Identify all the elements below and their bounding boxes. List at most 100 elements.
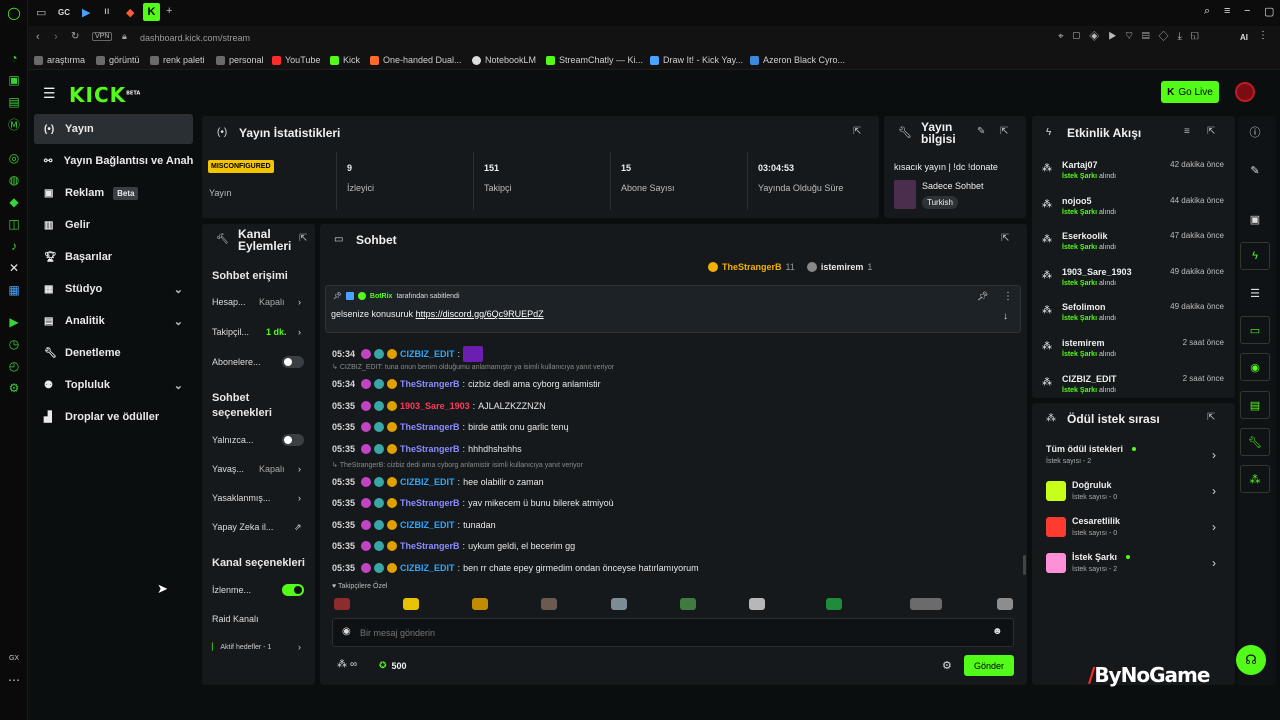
filter-icon[interactable]: ≡ [1184,126,1190,137]
emote-icon[interactable] [403,598,419,610]
url-text[interactable]: dashboard.kick.com/stream [140,33,250,43]
stats-icon[interactable]: ▤ [1240,391,1270,419]
sidebar-item-4[interactable]: ▥ Gelir [34,210,193,240]
watch-toggle[interactable] [282,584,304,596]
ai-button[interactable]: AI [1240,33,1248,42]
sidebar-item-10[interactable]: ▟ Droplar ve ödüller [34,402,193,432]
menu-icon[interactable]: ≡ [1224,5,1230,17]
speed-icon[interactable]: ◔ [6,50,22,66]
pencil-icon[interactable]: ✎ [1240,156,1270,184]
whatsapp-icon[interactable]: ◍ [6,172,22,188]
popout-icon[interactable]: ⇱ [299,233,307,244]
message-username[interactable]: TheStrangerB [400,444,460,454]
tab-gc[interactable]: GC [58,8,70,17]
account-age-row[interactable]: Hesap... Kapalı › [212,297,308,307]
twitch-icon[interactable]: ▤ [6,94,22,110]
go-live-button[interactable]: K Go Live [1161,81,1219,103]
tab-icon-1[interactable]: ▭ [36,6,46,19]
tab-icon-3[interactable]: ▶ [82,6,90,19]
tab-icon-5[interactable]: ◆ [126,6,134,19]
edit-icon[interactable]: ✎ [977,126,985,137]
sidebar-item-5[interactable]: 🏆︎ Başarılar [34,242,193,272]
emote-icon[interactable] [472,598,488,610]
reward-queue-item[interactable]: Doğruluk İstek sayısı - 0 › [1044,478,1224,510]
message-username[interactable]: TheStrangerB [400,379,460,389]
event-user[interactable]: CIZBIZ_EDIT [1062,374,1117,384]
chat-message[interactable]: 05:35 CIZBIZ_EDIT: ben rr chate epey girme… [332,562,699,573]
send-button[interactable]: Gönder [964,655,1014,676]
kick-logo[interactable]: KICKBETA [69,83,140,107]
chat-message[interactable]: 05:34 CIZBIZ_EDIT: [332,346,484,362]
message-username[interactable]: TheStrangerB [400,498,460,508]
message-username[interactable]: CIZBIZ_EDIT [400,520,455,530]
sidebar-item-6[interactable]: ▦ Stüdyo ⌄ [34,274,193,304]
instagram-icon[interactable]: ◫ [6,216,22,232]
channel-points[interactable]: ⁂ ∞ [337,659,357,670]
message-username[interactable]: CIZBIZ_EDIT [400,349,455,359]
reward-queue-item[interactable]: İstek Şarkı İstek sayısı - 2 › [1044,550,1224,582]
chat-message[interactable]: 05:35 TheStrangerB: uykum geldi, el beceri… [332,541,575,552]
bookmark-1[interactable]: araştırma [34,55,85,65]
minimize-icon[interactable]: − [1244,5,1250,17]
event-user[interactable]: istemirem [1062,338,1105,348]
reward-queue-item[interactable]: Tüm ödül istekleri İstek sayısı - 2 › [1044,442,1224,474]
tab-kick-active[interactable]: K [143,3,160,21]
list-icon[interactable]: ☰ [1240,279,1270,307]
raid-channel-row[interactable]: Raid Kanalı [212,614,308,624]
play-icon[interactable]: ▶ [6,314,22,330]
top-user-2[interactable]: istemirem [821,262,864,272]
slow-mode-row[interactable]: Yavaş... Kapalı › [212,464,308,474]
reward-icon[interactable]: ⁂ [1240,465,1270,493]
sidebar-item-9[interactable]: ⚉ Topluluk ⌄ [34,370,193,400]
hamburger-icon[interactable]: ☰ [43,85,56,102]
bookmark-9[interactable]: StreamChatly — Ki... [546,55,643,65]
chat-message[interactable]: 05:35 TheStrangerB: yav mikecem ü bunu bil… [332,498,614,509]
bookmark-3[interactable]: renk paleti [150,55,205,65]
chat-app-icon[interactable]: ◎ [6,150,22,166]
sidebar-item-1[interactable]: (•) Yayın [34,114,193,144]
top-user-1[interactable]: TheStrangerB [722,262,782,272]
search-icon[interactable]: ⌕ [1204,5,1210,18]
message-username[interactable]: TheStrangerB [400,422,460,432]
popout-icon[interactable]: ⇱ [1207,412,1215,423]
lightning-icon[interactable]: ϟ [1240,242,1270,270]
sidebar-item-3[interactable]: ▣ Reklam Beta [34,178,193,208]
emote-icon[interactable] [997,598,1013,610]
m-icon[interactable]: Ⓜ [6,116,22,132]
back-icon[interactable]: ‹ [36,31,40,43]
chevron-down-icon[interactable]: ⌄ [174,283,183,296]
clock-icon[interactable]: ◴ [6,358,22,374]
chevron-down-icon[interactable]: ⌄ [174,315,183,328]
chat-scrollbar[interactable] [1023,555,1026,575]
bookmark-10[interactable]: Draw It! - Kick Yay... [650,55,743,65]
forward-icon[interactable]: › [54,31,58,43]
popout-icon[interactable]: ⇱ [1207,126,1215,137]
chat-message[interactable]: 05:35 TheStrangerB: hhhdhshshhs [332,443,522,454]
ai-moderation-row[interactable]: Yapay Zeka il... ⇗ [212,522,308,533]
event-user[interactable]: Kartaj07 [1062,160,1098,170]
chat-message[interactable]: 05:34 TheStrangerB: cizbiz dedi ama cyborg… [332,379,601,390]
app-icon[interactable]: ▦ [6,282,22,298]
sidebar-item-2[interactable]: ⚯ Yayın Bağlantısı ve Anahtarı [34,146,193,176]
opera-logo-icon[interactable]: ◯ [6,5,22,21]
chevron-down-icon[interactable]: ⌄ [174,379,183,392]
bookmark-11[interactable]: Azeron Black Cyro... [750,55,845,65]
event-user[interactable]: 1903_Sare_1903 [1062,267,1132,277]
settings-icon[interactable]: ⚙ [6,380,22,396]
wrench-icon[interactable]: 🔧︎ [1240,428,1270,456]
event-user[interactable]: nojoo5 [1062,196,1092,206]
emote-icon[interactable] [826,598,842,610]
new-tab-icon[interactable]: + [166,5,172,17]
more-icon[interactable]: ⋯ [6,672,22,688]
bookmark-4[interactable]: personal [216,55,264,65]
emote-only-toggle[interactable] [282,434,304,446]
chat-input[interactable] [360,625,980,641]
reward-queue-item[interactable]: Cesaretlilik İstek sayısı - 0 › [1044,514,1224,546]
subs-only-toggle[interactable] [282,356,304,368]
emote-icon[interactable] [611,598,627,610]
event-user[interactable]: Eserkoolik [1062,231,1108,241]
x-icon[interactable]: ✕ [6,260,22,276]
category-name[interactable]: Sadece Sohbet [922,181,984,191]
pinned-link[interactable]: https://discord.gg/6Qc9RUEPdZ [416,309,544,319]
history-icon[interactable]: ◷ [6,336,22,352]
